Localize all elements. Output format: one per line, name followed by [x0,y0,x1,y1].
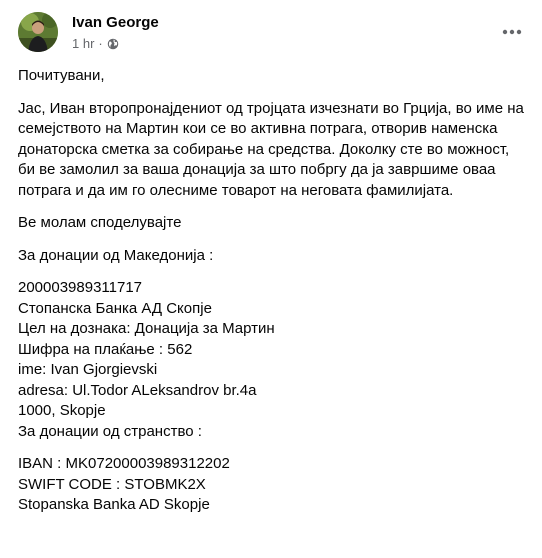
bank-name: Стопанска Банка АД Скопје [18,299,212,317]
post-time[interactable]: 1 hr [72,36,94,51]
account-number: 200003989311717 [18,279,143,296]
more-options-button[interactable] [496,16,528,48]
intro-paragraph: Јас, Иван второпронајдениот од тројцата … [18,99,524,199]
recipient-name: ime: Ivan Gjorgievski [18,361,158,378]
mk-donations-heading: За донации од Македонија : [18,246,214,264]
recipient-city: 1000, Skopje [18,402,106,419]
iban: IBAN : MK07200003989312202 [18,455,230,472]
post-meta: 1 hr · [72,36,119,51]
intl-bank-name: Stopanska Banka AD Skopje [18,496,210,513]
author-name[interactable]: Ivan George [72,14,159,31]
transfer-purpose: Цел на дознака: Донација за Мартин [18,320,275,337]
share-request: Ве молам споделувајте [18,214,182,231]
post-body: Почитувани, Јас, Иван второпронајдениот … [18,66,530,528]
intl-bank-details: IBAN : MK07200003989312202 SWIFT CODE : … [18,454,530,516]
post-header: Ivan George 1 hr · [18,12,528,56]
recipient-address: adresa: Ul.Todor ALeksandrov br.4a [18,381,257,399]
mk-bank-details: 200003989311717 Стопанска Банка АД Скопј… [18,278,530,442]
intl-donations-heading: За донации од странство : [18,422,202,440]
greeting: Почитувани, [18,67,105,84]
globe-icon [107,38,118,49]
meta-separator: · [98,36,103,51]
payment-code: Шифра на плаќање : 562 [18,340,193,358]
swift-code: SWIFT CODE : STOBMK2X [18,475,206,493]
avatar[interactable] [18,12,58,52]
more-horizontal-icon [502,29,522,35]
avatar-image [18,12,58,52]
